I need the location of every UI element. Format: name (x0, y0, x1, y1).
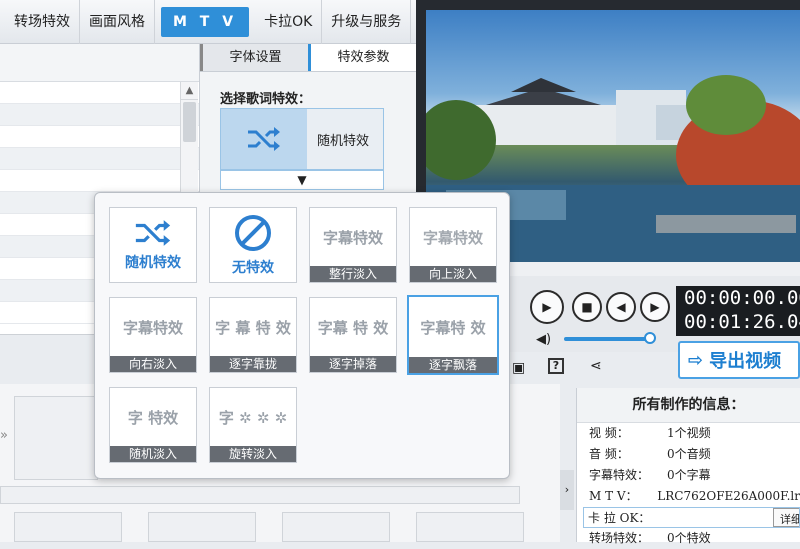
tab-effect-params[interactable]: 特效参数 (308, 44, 416, 71)
effect-art-label: 随机特效 (125, 255, 181, 271)
effect-art-label: 字 特效 (127, 408, 179, 427)
media-slot[interactable] (14, 512, 122, 542)
sub-tab-bar: 字体设置 特效参数 (200, 44, 416, 72)
list-item[interactable] (0, 170, 199, 192)
tab-mtv[interactable]: M T V (161, 6, 250, 37)
effect-caption: 逐字掉落 (310, 356, 396, 372)
effect-caption: 随机淡入 (110, 446, 196, 462)
effect-tile-right-fade[interactable]: 字幕特效 向右淡入 (109, 297, 197, 373)
tab-upgrade[interactable]: 升级与服务 (322, 0, 412, 44)
effect-tile-up-fade[interactable]: 字幕特效 向上淡入 (409, 207, 497, 283)
save-icon[interactable]: ▣ (512, 360, 525, 376)
effect-select[interactable]: 随机特效 (220, 108, 384, 170)
effect-tile-line-fade[interactable]: 字幕特效 整行淡入 (309, 207, 397, 283)
info-row-transition: 转场特效： 0个特效 (589, 531, 711, 545)
effect-art-label: 字幕特效 (422, 228, 483, 247)
effect-art-label: 字 幕 特 效 (215, 318, 291, 337)
effect-tile-random[interactable]: 随机特效 (109, 207, 197, 283)
effect-caption: 逐字飘落 (409, 357, 497, 373)
info-row-mtv: M T V： LRC762OFE26A000F.lr (589, 489, 800, 503)
details-button[interactable]: 详细 (773, 508, 799, 527)
chevron-down-icon[interactable]: ▼ (220, 170, 384, 190)
volume-slider[interactable] (564, 337, 650, 341)
timeline-track[interactable] (0, 486, 520, 504)
total-time: 00:01:26.04 (684, 311, 800, 333)
prev-frame-icon[interactable]: ◀ (606, 292, 636, 322)
play-icon[interactable]: ▶ (530, 290, 564, 324)
effect-caption: 旋转淡入 (210, 446, 296, 462)
list-item[interactable] (0, 126, 199, 148)
effect-tile-drop[interactable]: 字幕 特 效 逐字掉落 (309, 297, 397, 373)
effect-caption: 逐字靠拢 (210, 356, 296, 372)
info-panel: 所有制作的信息： 视 频： 1个视频 音 频： 0个音频 字幕特效： 0个字幕 M T… (576, 388, 800, 545)
list-item[interactable] (0, 148, 199, 170)
effect-art-label: 字幕 特 效 (317, 318, 389, 337)
tab-font-settings[interactable]: 字体设置 (200, 44, 308, 71)
tab-karaoke[interactable]: 卡拉OK (255, 0, 323, 44)
time-display: 00:00:00.00 00:01:26.04 (676, 286, 800, 336)
effect-tile-float[interactable]: 字幕特 效 逐字飘落 (407, 295, 499, 375)
scroll-up-icon[interactable]: ▲ (181, 82, 198, 100)
info-row-karaoke: 卡 拉 OK： 详细 (583, 507, 800, 528)
info-row-subtitle: 字幕特效： 0个字幕 (589, 468, 711, 482)
next-frame-icon[interactable]: ▶ (640, 292, 670, 322)
info-title: 所有制作的信息： (577, 388, 800, 423)
list-item[interactable] (0, 82, 199, 104)
effect-tile-gather[interactable]: 字 幕 特 效 逐字靠拢 (209, 297, 297, 373)
scroll-thumb[interactable] (183, 102, 196, 142)
effect-tile-rotate[interactable]: 字 ✲ ✲ ✲ 旋转淡入 (209, 387, 297, 463)
effect-art-label: 字幕特效 (122, 318, 183, 337)
current-time: 00:00:00.00 (684, 287, 800, 309)
effect-tile-random-fade[interactable]: 字 特效 随机淡入 (109, 387, 197, 463)
media-slot[interactable] (14, 396, 98, 480)
tab-style[interactable]: 画面风格 (80, 0, 155, 44)
export-video-button[interactable]: ⇨ 导出视频 (678, 341, 800, 379)
shuffle-icon (221, 109, 307, 169)
effect-select-label: 选择歌词特效： (220, 92, 312, 107)
media-slot[interactable] (416, 512, 524, 542)
effect-caption: 整行淡入 (310, 266, 396, 282)
export-icon: ⇨ (688, 349, 704, 371)
volume-icon[interactable]: ◀) (536, 332, 551, 347)
main-tab-bar: 转场特效 画面风格 M T V 卡拉OK 升级与服务 (0, 0, 416, 44)
chevron-right-icon[interactable]: » (0, 428, 8, 443)
volume-knob[interactable] (644, 332, 656, 344)
shuffle-icon (130, 218, 176, 252)
media-slot[interactable] (282, 512, 390, 542)
effect-tile-none[interactable]: 无特效 (209, 207, 297, 283)
effect-select-value: 随机特效 (317, 133, 370, 149)
effect-art-label: 无特效 (232, 260, 274, 276)
collapse-icon[interactable]: › (560, 470, 574, 510)
no-effect-icon (233, 213, 273, 257)
help-icon[interactable]: ? (548, 358, 564, 374)
effect-art-label: 字幕特效 (322, 228, 383, 247)
list-header (0, 44, 199, 82)
share-icon[interactable]: ⋖ (590, 358, 602, 374)
effect-art-label: 字幕特 效 (420, 318, 486, 337)
effect-caption: 向右淡入 (110, 356, 196, 372)
info-row-audio: 音 频： 0个音频 (589, 447, 711, 461)
list-item[interactable] (0, 104, 199, 126)
effect-caption: 向上淡入 (410, 266, 496, 282)
effect-picker-popup: 随机特效 无特效 字幕特效 整行淡入 字幕特效 向上淡入 字幕特效 向右淡入 字… (94, 192, 510, 479)
media-slot[interactable] (148, 512, 256, 542)
export-label: 导出视频 (709, 351, 782, 372)
tab-transitions[interactable]: 转场特效 (0, 0, 80, 44)
info-row-video: 视 频： 1个视频 (589, 426, 711, 440)
stop-icon[interactable]: ■ (572, 292, 602, 322)
effect-art-label: 字 ✲ ✲ ✲ (218, 408, 288, 427)
